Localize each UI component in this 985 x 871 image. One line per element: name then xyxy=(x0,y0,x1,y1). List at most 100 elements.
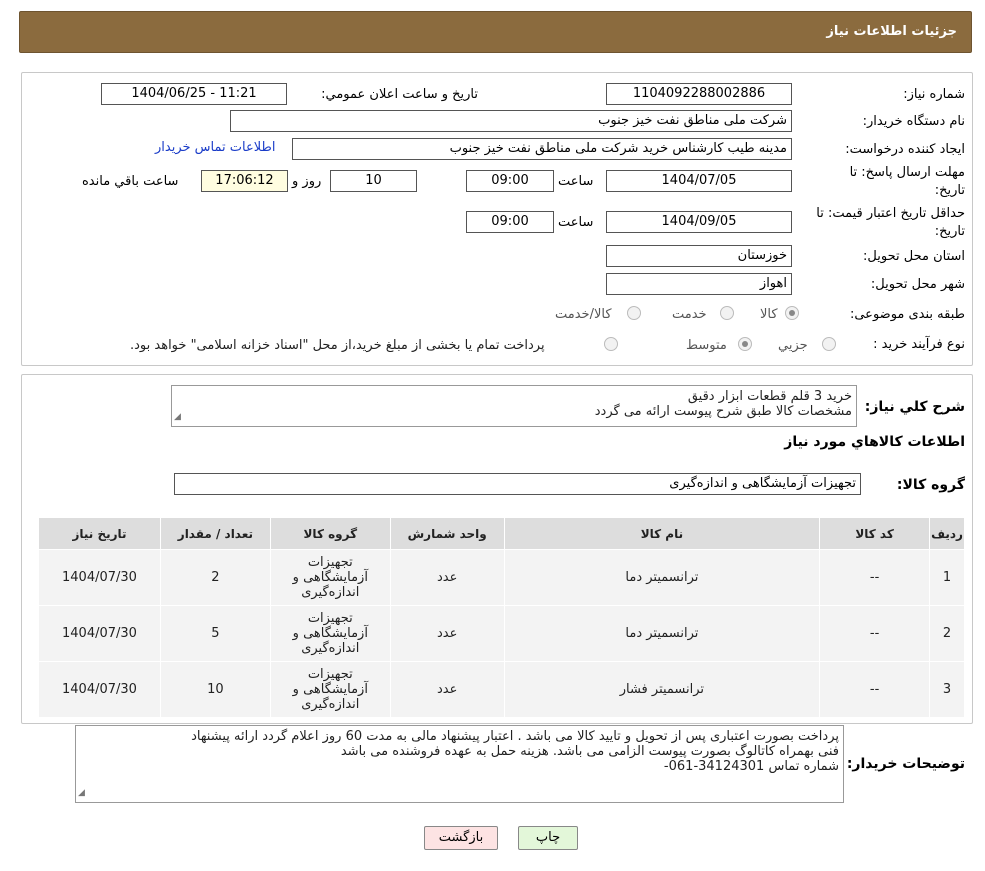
validity-label-date: تاريخ: xyxy=(934,224,965,239)
cell-code: -- xyxy=(819,605,931,662)
goods-table: رديف كد كالا نام كالا واحد شمارش گروه كا… xyxy=(38,517,965,718)
deadline-time-field[interactable]: 09:00 xyxy=(466,170,554,192)
creator-label: ايجاد كننده درخواست: xyxy=(845,142,965,157)
col-header-row-number: رديف xyxy=(929,517,965,550)
days-remaining-field[interactable]: 10 xyxy=(330,170,417,192)
cell-group-line-3: اندازه‌گيری xyxy=(301,641,360,656)
deadline-time-label: ساعت xyxy=(558,174,594,189)
col-header-unit: واحد شمارش xyxy=(389,517,505,550)
process-option-medium-label: متوسط xyxy=(686,338,727,353)
process-option-minor-label: جزيي xyxy=(778,338,808,353)
need-number-field[interactable]: 1104092288002886 xyxy=(606,83,792,105)
deadline-label-date: تاريخ: xyxy=(934,183,965,198)
category-option-both-radio[interactable] xyxy=(627,306,641,320)
city-label: شهر محل تحويل: xyxy=(870,277,965,292)
cell-group-line-1: تجهيزات xyxy=(307,555,353,570)
buyer-label: نام دستگاه خريدار: xyxy=(862,114,965,129)
cell-row-number: 1 xyxy=(929,549,965,606)
deadline-label: مهلت ارسال پاسخ: تا xyxy=(849,165,965,180)
cell-row-number: 3 xyxy=(929,661,965,718)
province-label: استان محل تحويل: xyxy=(863,249,965,264)
cell-date: 1404/07/30 xyxy=(38,549,161,606)
cell-group-line-3: اندازه‌گيری xyxy=(301,697,360,712)
notes-textarea[interactable]: پرداخت بصورت اعتباری پس از تحويل و تاييد… xyxy=(75,725,844,803)
notes-line-2: فنی بهمراه كاتالوگ بصورت پيوست الزامی می… xyxy=(340,744,839,759)
table-row[interactable]: 2 -- ترانسميتر دما عدد تجهيزات آزمايشگاهی… xyxy=(38,605,965,662)
cell-unit: عدد xyxy=(389,605,505,662)
cell-qty: 2 xyxy=(159,549,271,606)
resize-grip-icon[interactable]: ◢ xyxy=(78,786,85,801)
cell-unit: عدد xyxy=(389,549,505,606)
cell-group: تجهيزات آزمايشگاهی و اندازه‌گيری xyxy=(269,549,391,606)
summary-line-1: خريد 3 قلم قطعات ابزار دقيق xyxy=(687,389,852,404)
goods-group-label: گروه كالا: xyxy=(896,477,965,493)
cell-group-line-2: آزمايشگاهی و xyxy=(292,682,368,697)
cell-group-line-2: آزمايشگاهی و xyxy=(292,626,368,641)
goods-section-title: اطلاعات كالاهاي مورد نياز xyxy=(784,434,965,450)
process-label: نوع فرآيند خريد : xyxy=(873,337,965,352)
process-note: پرداخت تمام يا بخشی از مبلغ خريد،از محل … xyxy=(130,338,545,353)
notes-line-1: پرداخت بصورت اعتباری پس از تحويل و تاييد… xyxy=(191,729,839,744)
announce-label: تاریخ و ساعت اعلان عمومي: xyxy=(321,87,478,102)
summary-textarea[interactable]: خريد 3 قلم قطعات ابزار دقيق مشخصات كالا … xyxy=(171,385,857,427)
table-row[interactable]: 3 -- ترانسميتر فشار عدد تجهيزات آزمايشگاه… xyxy=(38,661,965,718)
category-label: طبقه بندی موضوعی: xyxy=(849,307,965,322)
cell-qty: 5 xyxy=(159,605,271,662)
notes-label: توضيحات خريدار: xyxy=(846,756,965,772)
city-field[interactable]: اهواز xyxy=(606,273,792,295)
cell-group-line-3: اندازه‌گيری xyxy=(301,585,360,600)
cell-name: ترانسميتر فشار xyxy=(503,661,821,718)
cell-qty: 10 xyxy=(159,661,271,718)
cell-code: -- xyxy=(819,549,931,606)
validity-time-field[interactable]: 09:00 xyxy=(466,211,554,233)
cell-row-number: 2 xyxy=(929,605,965,662)
col-header-qty: تعداد / مقدار xyxy=(159,517,271,550)
announce-datetime-field[interactable]: 1404/06/25 - 11:21 xyxy=(101,83,287,105)
cell-date: 1404/07/30 xyxy=(38,661,161,718)
col-header-date: تاريخ نياز xyxy=(38,517,161,550)
col-header-group: گروه كالا xyxy=(269,517,391,550)
cell-group: تجهيزات آزمايشگاهی و اندازه‌گيری xyxy=(269,661,391,718)
treasury-checkbox[interactable] xyxy=(604,337,618,351)
creator-field[interactable]: مدينه طيب كارشناس خريد شركت ملی مناطق نف… xyxy=(292,138,792,160)
validity-date-field[interactable]: 1404/09/05 xyxy=(606,211,792,233)
cell-unit: عدد xyxy=(389,661,505,718)
print-button[interactable]: چاپ xyxy=(518,826,578,850)
table-row[interactable]: 1 -- ترانسميتر دما عدد تجهيزات آزمايشگاهی… xyxy=(38,549,965,606)
remaining-time-field[interactable]: 17:06:12 xyxy=(201,170,288,192)
validity-time-label: ساعت xyxy=(558,215,594,230)
goods-group-field[interactable]: تجهيزات آزمايشگاهی و اندازه‌گيری xyxy=(174,473,861,495)
category-option-both-label: كالا/خدمت xyxy=(555,307,612,322)
remaining-label: ساعت باقي مانده xyxy=(82,174,179,189)
back-button[interactable]: بازگشت xyxy=(424,826,498,850)
category-option-goods-radio[interactable] xyxy=(785,306,799,320)
cell-name: ترانسميتر دما xyxy=(503,605,821,662)
summary-line-2: مشخصات كالا طبق شرح پيوست ارائه می گردد xyxy=(594,404,852,419)
cell-group: تجهيزات آزمايشگاهی و اندازه‌گيری xyxy=(269,605,391,662)
cell-name: ترانسميتر دما xyxy=(503,549,821,606)
province-field[interactable]: خوزستان xyxy=(606,245,792,267)
page-title: جزئیات اطلاعات نیاز xyxy=(826,24,957,39)
process-option-minor-radio[interactable] xyxy=(822,337,836,351)
validity-label: حداقل تاريخ اعتبار قيمت: تا xyxy=(816,206,965,221)
buyer-field[interactable]: شركت ملی مناطق نفت خيز جنوب xyxy=(230,110,792,132)
category-option-goods-label: كالا xyxy=(760,307,778,322)
table-header-row: رديف كد كالا نام كالا واحد شمارش گروه كا… xyxy=(38,517,965,550)
process-option-medium-radio[interactable] xyxy=(738,337,752,351)
category-option-service-radio[interactable] xyxy=(720,306,734,320)
buyer-contact-link[interactable]: اطلاعات تماس خريدار xyxy=(155,140,275,155)
cell-date: 1404/07/30 xyxy=(38,605,161,662)
cell-group-line-1: تجهيزات xyxy=(307,611,353,626)
category-option-service-label: خدمت xyxy=(672,307,707,322)
page-header: جزئیات اطلاعات نیاز xyxy=(19,11,972,53)
need-number-label: شماره نیاز: xyxy=(903,87,965,102)
cell-code: -- xyxy=(819,661,931,718)
cell-group-line-2: آزمايشگاهی و xyxy=(292,570,368,585)
summary-label: شرح كلي نياز: xyxy=(864,399,965,415)
cell-group-line-1: تجهيزات xyxy=(307,667,353,682)
col-header-code: كد كالا xyxy=(819,517,931,550)
deadline-date-field[interactable]: 1404/07/05 xyxy=(606,170,792,192)
col-header-name: نام كالا xyxy=(503,517,821,550)
resize-grip-icon[interactable]: ◢ xyxy=(174,410,181,425)
days-label: روز و xyxy=(292,174,322,189)
